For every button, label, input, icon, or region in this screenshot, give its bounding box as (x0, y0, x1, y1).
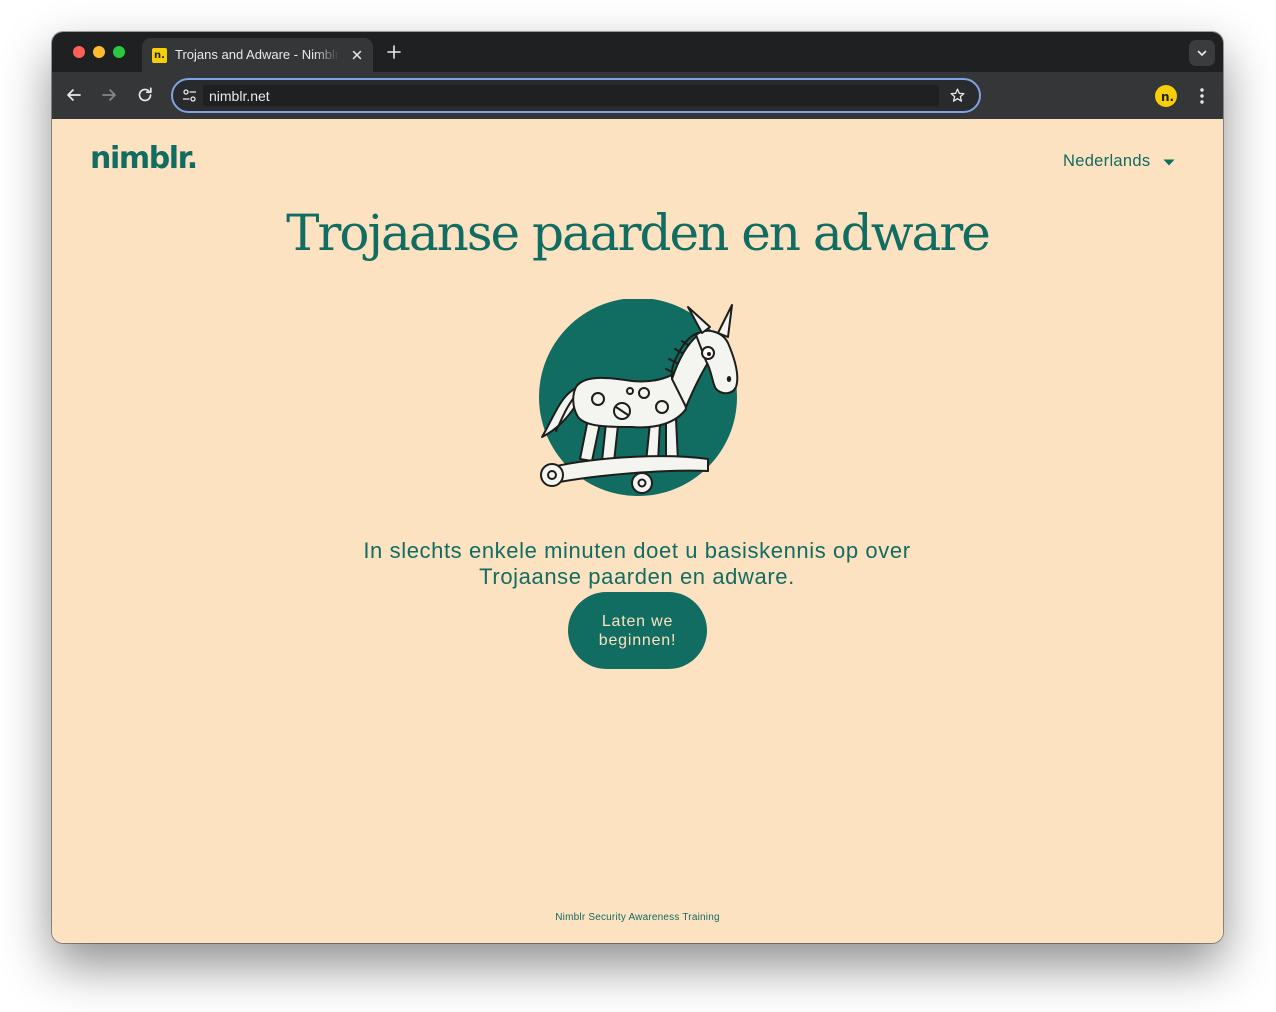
browser-menu-button[interactable] (1192, 85, 1212, 107)
address-bar[interactable] (171, 78, 981, 113)
minimize-window-button[interactable] (93, 46, 105, 58)
close-tab-button[interactable] (349, 47, 365, 63)
profile-avatar[interactable]: n. (1155, 85, 1177, 107)
close-window-button[interactable] (73, 46, 85, 58)
page-title: Trojaanse paarden en adware (286, 204, 991, 262)
language-selector[interactable]: Nederlands (1063, 152, 1175, 172)
forward-icon (102, 89, 116, 101)
intro-text: In slechts enkele minuten doet u basiske… (363, 538, 911, 589)
url-input[interactable] (203, 85, 939, 106)
menu-dots-icon (1200, 88, 1204, 104)
plus-icon (387, 45, 401, 59)
language-label: Nederlands (1063, 152, 1151, 170)
star-icon[interactable] (949, 87, 966, 104)
reload-icon (138, 87, 152, 102)
forward-button[interactable] (97, 83, 121, 107)
tab-search-button[interactable] (1189, 40, 1215, 66)
nimblr-favicon-icon: n. (152, 48, 167, 63)
tab-active[interactable]: n. Trojans and Adware - Nimblr Security … (142, 38, 373, 72)
tune-icon[interactable] (182, 88, 197, 103)
maximize-window-button[interactable] (113, 46, 125, 58)
reload-button[interactable] (133, 83, 157, 107)
trojan-horse-illustration (539, 299, 739, 496)
browser-window: n. Trojans and Adware - Nimblr Security … (52, 32, 1223, 943)
browser-toolbar: n. (52, 72, 1223, 119)
nimblr-logo[interactable]: nimblr. (90, 141, 198, 176)
tab-strip: n. Trojans and Adware - Nimblr Security … (52, 32, 1223, 72)
chevron-down-icon (1197, 50, 1207, 56)
page-content: nimblr. Nederlands Trojaanse paarden en … (52, 119, 1223, 943)
start-button[interactable]: Laten we beginnen! (568, 592, 707, 669)
profile-initial: n. (1161, 90, 1175, 104)
caret-down-icon (1163, 159, 1175, 166)
back-icon (67, 89, 81, 101)
close-icon (352, 50, 362, 60)
tab-title: Trojans and Adware - Nimblr Security Awa… (175, 47, 339, 62)
footer-text: Nimblr Security Awareness Training (555, 912, 720, 923)
new-tab-button[interactable] (382, 40, 406, 64)
back-button[interactable] (62, 83, 86, 107)
